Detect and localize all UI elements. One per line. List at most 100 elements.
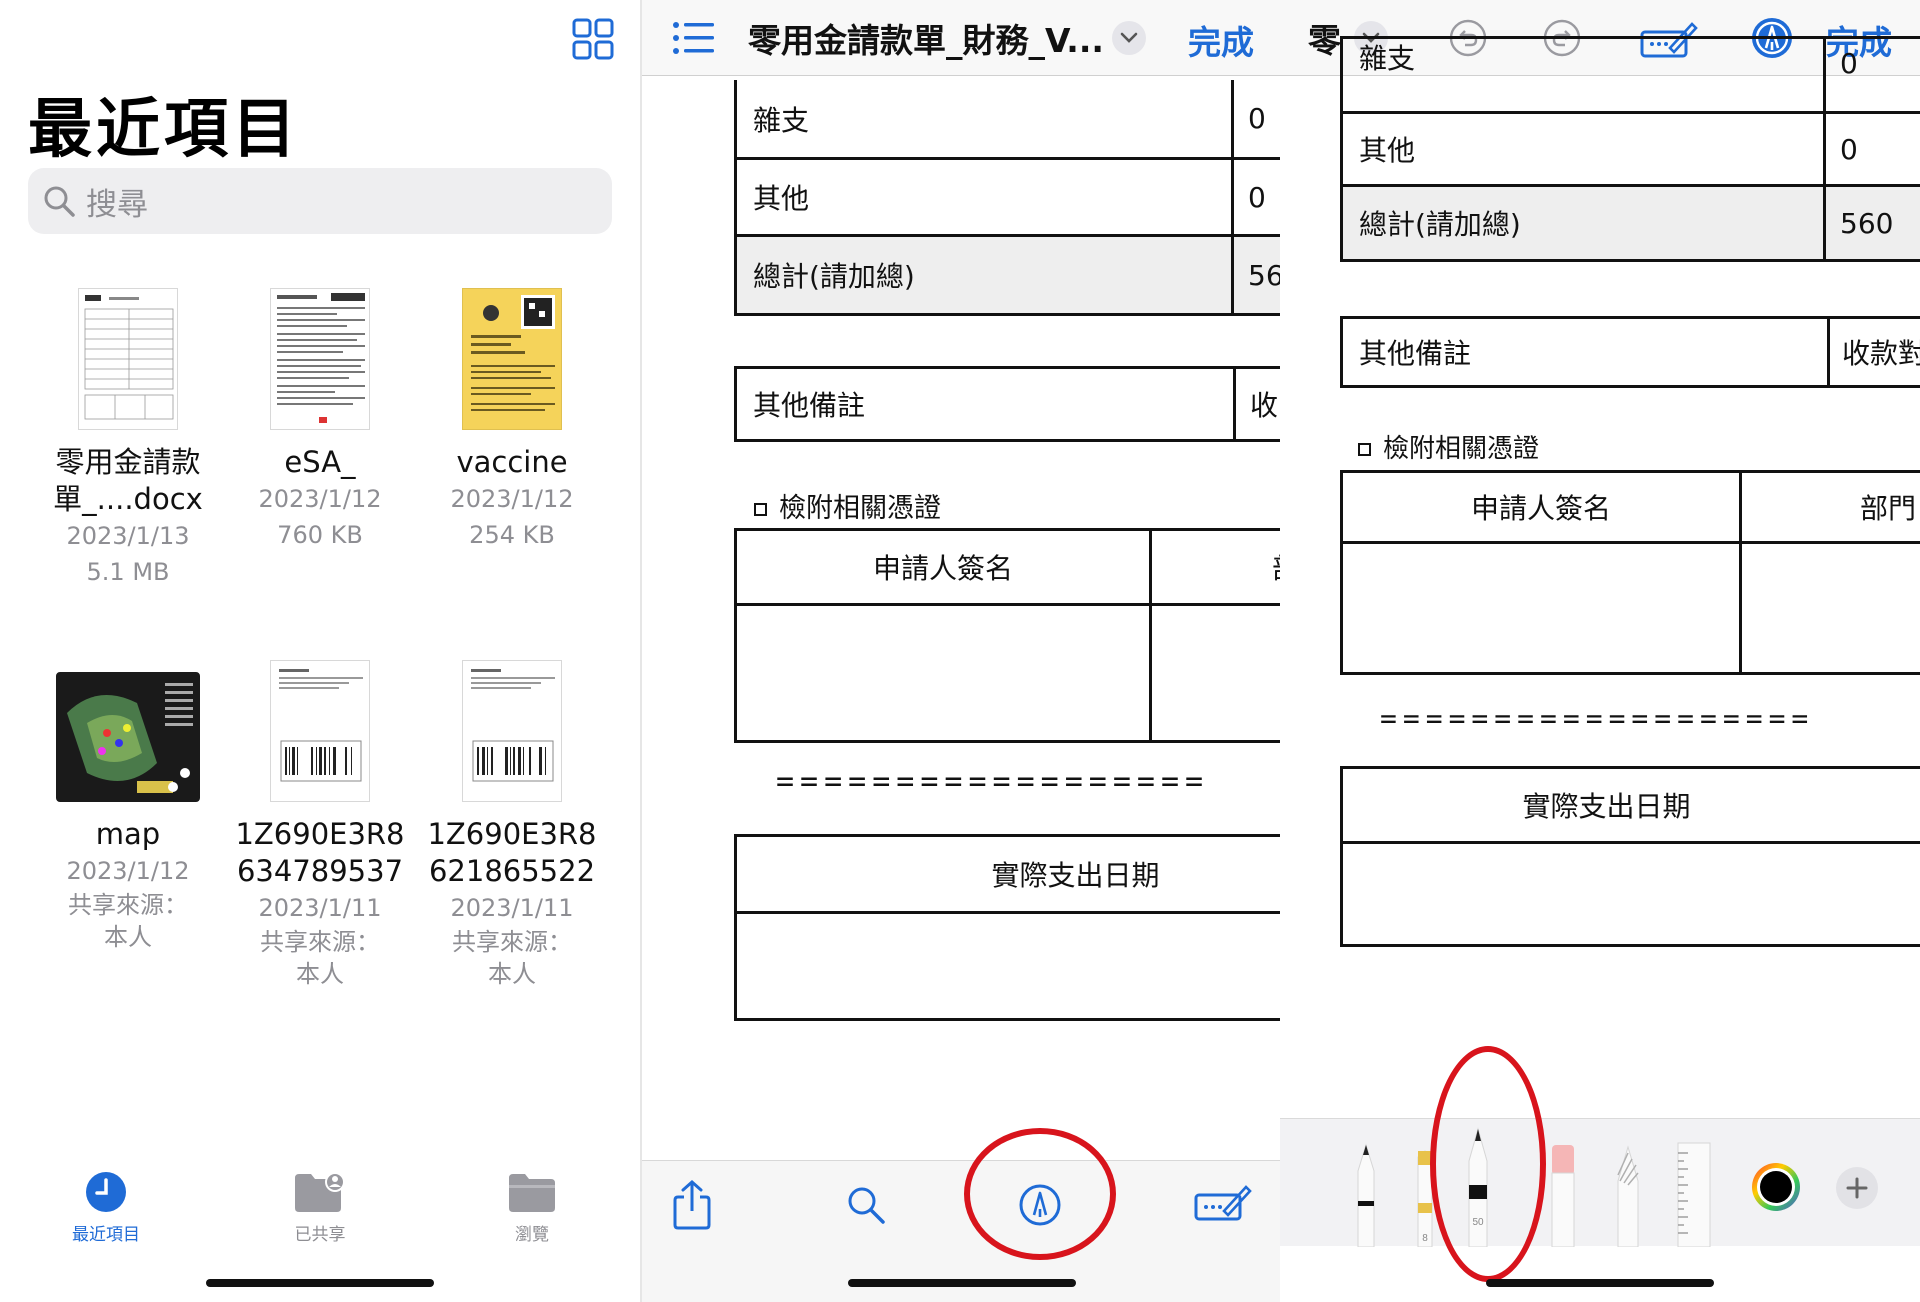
highlight-circle-markup [964, 1128, 1116, 1260]
shared-from: 共享來源： 本人 [260, 928, 380, 988]
markup-tool-palette: 8 50 [1280, 1118, 1920, 1247]
file-item[interactable]: eSA_ 2023/1/12 760 KB [224, 288, 416, 553]
department-header: 部門 [1739, 470, 1920, 544]
row-misc-value: 0 [1231, 80, 1280, 160]
file-date: 2023/1/12 [66, 857, 190, 885]
file-thumbnail [56, 672, 200, 802]
row-misc-label: 雜支 [1340, 36, 1826, 114]
ruler-icon[interactable] [1672, 1141, 1716, 1247]
search-placeholder: 搜尋 [86, 186, 148, 223]
file-size: 760 KB [277, 521, 363, 549]
checkbox[interactable] [754, 503, 767, 516]
file-thumbnail [462, 660, 562, 802]
file-thumbnail [270, 288, 370, 430]
department-signature-box[interactable] [1149, 603, 1280, 743]
file-date: 2023/1/13 [66, 522, 190, 550]
folder-icon [509, 1174, 555, 1212]
home-indicator [1486, 1279, 1714, 1287]
done-button[interactable]: 完成 [1188, 16, 1254, 64]
file-item[interactable]: 零用金請款 單_....docx 2023/1/13 5.1 MB [32, 288, 224, 590]
tab-bar: 最近項目 已共享 瀏覽 [0, 1160, 640, 1250]
tab-label: 最近項目 [72, 1225, 140, 1245]
applicant-signature-header: 申請人簽名 [734, 528, 1152, 606]
add-tool-button[interactable] [1836, 1167, 1878, 1209]
actual-date-box[interactable] [734, 911, 1280, 1021]
files-app-panel: 最近項目 搜尋 零用金請款 單_....docx 2023/1/13 5.1 M… [0, 0, 640, 1302]
search-icon[interactable] [846, 1185, 886, 1225]
tab-label: 已共享 [294, 1225, 346, 1245]
attach-checkbox-line: 檢附相關憑證 [754, 486, 941, 525]
file-date: 2023/1/12 [258, 485, 382, 513]
shared-from: 共享來源： 本人 [452, 928, 572, 988]
row-misc-label: 雜支 [734, 80, 1234, 160]
applicant-signature-box[interactable] [734, 603, 1152, 743]
share-icon[interactable] [672, 1179, 712, 1231]
file-date: 2023/1/12 [450, 485, 574, 513]
file-name: vaccine [456, 445, 568, 479]
document-title[interactable]: 零用金請款單_財務_V... [748, 14, 1104, 62]
title-menu-button[interactable] [1112, 21, 1146, 55]
tab-browse[interactable]: 瀏覽 [462, 1160, 602, 1245]
row-other-label: 其他 [1340, 111, 1826, 187]
color-wheel-icon[interactable] [1750, 1161, 1802, 1213]
home-indicator [206, 1279, 434, 1287]
actual-date-box[interactable] [1340, 841, 1920, 947]
home-indicator [848, 1279, 1076, 1287]
grid-view-icon[interactable] [572, 18, 614, 60]
page-title: 最近項目 [28, 93, 300, 167]
separator-line: =================== [1380, 702, 1815, 735]
outline-list-icon[interactable] [672, 20, 716, 56]
viewer-toolbar: 零用金請款單_財務_V... 完成 [642, 0, 1280, 76]
file-name: 1Z690E3R8 634789537 [235, 817, 405, 888]
applicant-signature-header: 申請人簽名 [1340, 470, 1742, 544]
attach-checkbox-line: 檢附相關憑證 [1358, 428, 1539, 465]
file-thumbnail [270, 660, 370, 802]
row-other-value: 0 [1231, 157, 1280, 237]
separator-line: ================== [776, 764, 1210, 799]
row-other-value: 0 [1823, 111, 1920, 187]
file-item[interactable]: 1Z690E3R8 634789537 2023/1/11 共享來源： 本人 [224, 660, 416, 990]
row-total-label: 總計(請加總) [734, 234, 1234, 316]
document-viewer-panel: 零用金請款單_財務_V... 完成 雜支 0 其他 0 總計(請加總) 56 其… [640, 0, 1280, 1302]
applicant-signature-box[interactable] [1340, 541, 1742, 675]
row-total-label: 總計(請加總) [1340, 184, 1826, 262]
add-icon [1846, 1177, 1868, 1199]
department-signature-box[interactable] [1739, 541, 1920, 675]
file-name: 零用金請款 單_....docx [53, 445, 203, 516]
file-date: 2023/1/11 [450, 894, 574, 922]
row-total-value: 560 [1823, 184, 1920, 262]
shared-folder-icon [295, 1172, 345, 1212]
actual-date-header: 實際支出日期 [734, 834, 1280, 914]
pen-icon[interactable] [1348, 1143, 1384, 1247]
eraser-icon[interactable] [1548, 1143, 1578, 1247]
actual-date-header: 實際支出日期 [1340, 766, 1920, 844]
edit-form-icon[interactable] [1194, 1183, 1252, 1223]
file-date: 2023/1/11 [258, 894, 382, 922]
file-name: map [95, 817, 161, 851]
row-other-label: 其他 [734, 157, 1234, 237]
markup-panel: 零 完成 雜支 0 其他 0 總計(請加總) 560 其他備註 收款對 檢附相關… [1280, 0, 1920, 1302]
file-size: 5.1 MB [86, 558, 170, 586]
row-remarks-label: 其他備註 [734, 366, 1236, 442]
file-name: eSA_ [284, 445, 356, 479]
search-field[interactable]: 搜尋 [28, 168, 612, 234]
file-thumbnail [462, 288, 562, 430]
highlight-circle-pen-tool [1430, 1046, 1546, 1282]
file-item[interactable]: vaccine 2023/1/12 254 KB [416, 288, 608, 553]
shared-from: 共享來源： 本人 [68, 891, 188, 951]
department-header-cut: 部 [1149, 528, 1280, 606]
file-thumbnail [78, 288, 178, 430]
tab-label: 瀏覽 [515, 1225, 549, 1245]
file-item[interactable]: 1Z690E3R8 621865522 2023/1/11 共享來源： 本人 [416, 660, 608, 990]
search-icon [44, 186, 75, 217]
clock-icon [86, 1172, 126, 1212]
row-total-value: 56 [1231, 234, 1280, 316]
tab-recents[interactable]: 最近項目 [36, 1160, 176, 1245]
file-item[interactable]: map 2023/1/12 共享來源： 本人 [32, 672, 224, 953]
lasso-icon[interactable] [1610, 1145, 1646, 1247]
tab-shared[interactable]: 已共享 [250, 1160, 390, 1245]
checkbox[interactable] [1358, 443, 1371, 456]
document-title[interactable]: 零 [1308, 14, 1341, 62]
svg-text:8: 8 [1422, 1233, 1428, 1244]
chevron-down-icon [1120, 32, 1138, 43]
